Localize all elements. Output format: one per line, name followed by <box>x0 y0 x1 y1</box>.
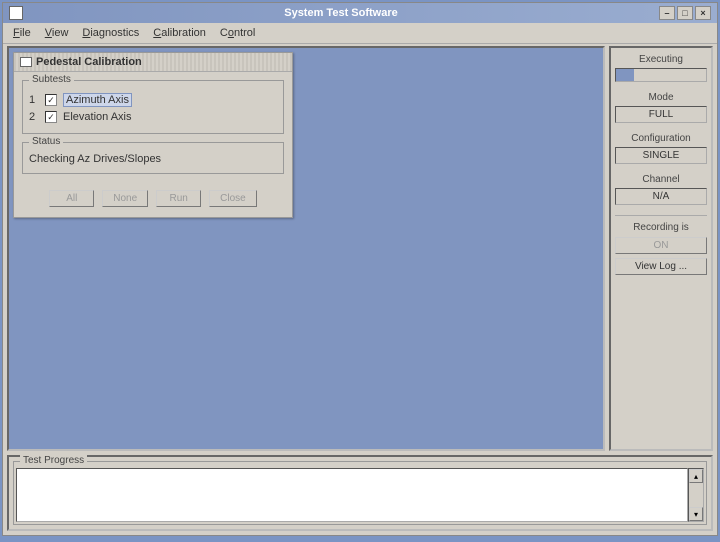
panel-button-row: All None Run Close <box>14 182 292 217</box>
config-label: Configuration <box>615 133 707 144</box>
menu-control[interactable]: Control <box>214 25 261 41</box>
config-value[interactable]: SINGLE <box>615 147 707 164</box>
status-text: Checking Az Drives/Slopes <box>29 151 277 167</box>
bottom-panel: Test Progress ▴ ▾ <box>7 455 713 531</box>
menu-calibration[interactable]: Calibration <box>147 25 212 41</box>
panel-icon <box>20 57 32 67</box>
maximize-button[interactable]: □ <box>677 6 693 20</box>
subtest-row-2: 2 ✓ Elevation Axis <box>29 111 277 123</box>
minimize-button[interactable]: – <box>659 6 675 20</box>
executing-progress <box>615 68 707 82</box>
test-progress-textarea[interactable] <box>16 468 688 522</box>
recording-label: Recording is <box>615 222 707 233</box>
menu-diagnostics[interactable]: Diagnostics <box>76 25 145 41</box>
subtest-1-label[interactable]: Azimuth Axis <box>63 93 132 107</box>
calibration-panel: Pedestal Calibration Subtests 1 ✓ Azimut… <box>13 52 293 218</box>
sidebar-divider <box>615 215 707 216</box>
status-legend: Status <box>29 136 63 147</box>
all-button[interactable]: All <box>49 190 94 207</box>
sidebar: Executing Mode FULL Configuration SINGLE… <box>609 46 713 451</box>
channel-label: Channel <box>615 174 707 185</box>
subtest-2-num: 2 <box>29 111 39 123</box>
subtest-1-checkbox[interactable]: ✓ <box>45 94 57 106</box>
close-button[interactable]: Close <box>209 190 257 207</box>
close-window-button[interactable]: × <box>695 6 711 20</box>
scrollbar[interactable]: ▴ ▾ <box>688 468 704 522</box>
subtest-1-num: 1 <box>29 94 39 106</box>
panel-title-text: Pedestal Calibration <box>36 56 142 68</box>
subtests-legend: Subtests <box>29 74 74 85</box>
menu-file[interactable]: File <box>7 25 37 41</box>
status-fieldset: Status Checking Az Drives/Slopes <box>22 142 284 174</box>
subtest-2-checkbox[interactable]: ✓ <box>45 111 57 123</box>
subtest-row-1: 1 ✓ Azimuth Axis <box>29 93 277 107</box>
app-icon <box>9 6 23 20</box>
window-title: System Test Software <box>23 7 659 19</box>
mode-label: Mode <box>615 92 707 103</box>
run-button[interactable]: Run <box>156 190 201 207</box>
recording-on-button[interactable]: ON <box>615 237 707 254</box>
panel-titlebar: Pedestal Calibration <box>14 53 292 72</box>
subtests-fieldset: Subtests 1 ✓ Azimuth Axis 2 ✓ Elevation … <box>22 80 284 134</box>
main-area: Pedestal Calibration Subtests 1 ✓ Azimut… <box>3 44 717 453</box>
view-log-button[interactable]: View Log ... <box>615 258 707 275</box>
subtest-2-label: Elevation Axis <box>63 111 131 123</box>
none-button[interactable]: None <box>102 190 148 207</box>
mode-value[interactable]: FULL <box>615 106 707 123</box>
test-progress-legend: Test Progress <box>20 455 87 466</box>
menubar: File View Diagnostics Calibration Contro… <box>3 23 717 44</box>
executing-label: Executing <box>615 54 707 65</box>
scroll-up-icon[interactable]: ▴ <box>689 469 703 483</box>
titlebar: System Test Software – □ × <box>3 3 717 23</box>
test-progress-fieldset: Test Progress ▴ ▾ <box>13 461 707 525</box>
content-area: Pedestal Calibration Subtests 1 ✓ Azimut… <box>7 46 605 451</box>
channel-value[interactable]: N/A <box>615 188 707 205</box>
menu-view[interactable]: View <box>39 25 75 41</box>
progress-fill <box>616 69 634 81</box>
scroll-down-icon[interactable]: ▾ <box>689 507 703 521</box>
main-window: System Test Software – □ × File View Dia… <box>2 2 718 536</box>
